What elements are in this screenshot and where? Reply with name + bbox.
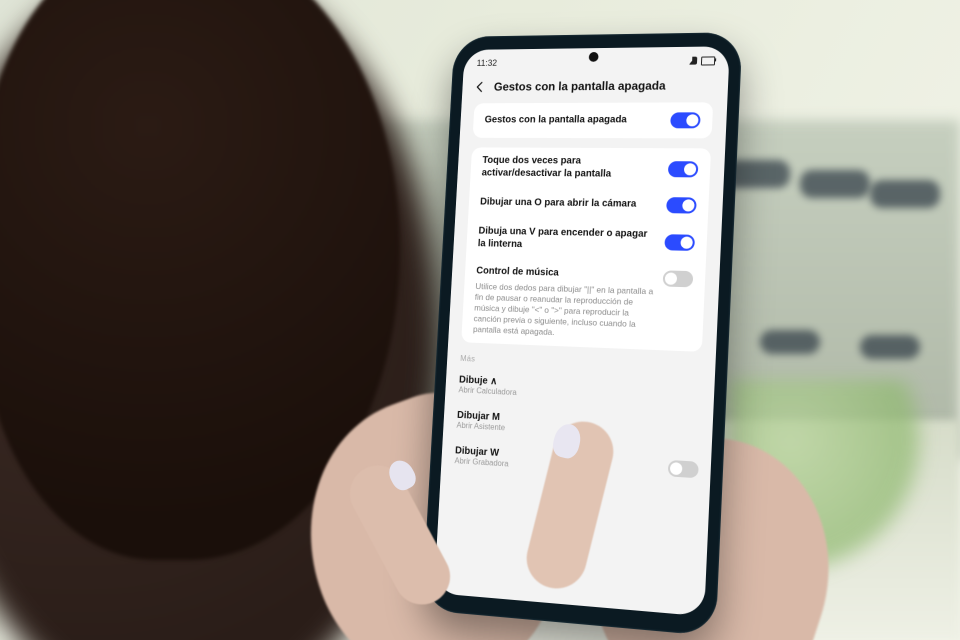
settings-list: Gestos con la pantalla apagada Toque dos… [448, 102, 727, 352]
background-car [870, 180, 940, 208]
background-car [860, 335, 920, 359]
setting-label: Gestos con la pantalla apagada [484, 114, 627, 126]
back-icon[interactable] [473, 80, 487, 93]
toggle-master[interactable] [670, 112, 701, 128]
setting-label: Control de música [476, 266, 655, 283]
toggle-doubletap[interactable] [668, 161, 699, 177]
wifi-icon [687, 57, 697, 65]
setting-label: Toque dos veces para activar/desactivar … [481, 155, 660, 181]
battery-icon [701, 56, 715, 65]
toggle-draw-o[interactable] [666, 197, 697, 213]
setting-description: Utilice dos dedos para dibujar "||" en l… [473, 281, 655, 342]
setting-music[interactable]: Control de música Utilice dos dedos para… [461, 258, 706, 352]
page-title: Gestos con la pantalla apagada [494, 79, 666, 94]
setting-master[interactable]: Gestos con la pantalla apagada [473, 102, 714, 138]
toggle-draw-v[interactable] [664, 234, 695, 251]
setting-draw-v[interactable]: Dibuja una V para encender o apagar la l… [466, 218, 708, 264]
setting-draw-o[interactable]: Dibujar una O para abrir la cámara [468, 187, 709, 222]
setting-label: Dibuja una V para encender o apagar la l… [477, 226, 657, 254]
photo-scene: 11:32 Gestos con la pantalla apagada Ges… [0, 0, 960, 640]
setting-group: Toque dos veces para activar/desactivar … [461, 147, 711, 351]
toggle-music[interactable] [663, 270, 694, 287]
background-car [800, 170, 870, 198]
toggle-draw-w[interactable] [668, 460, 699, 478]
header: Gestos con la pantalla apagada [462, 70, 729, 103]
more-item-sub: Abrir Grabadora [454, 456, 509, 468]
setting-doubletap[interactable]: Toque dos veces para activar/desactivar … [470, 147, 711, 189]
background-car [760, 330, 820, 354]
setting-label: Dibujar una O para abrir la cámara [480, 196, 637, 210]
status-time: 11:32 [477, 58, 498, 68]
